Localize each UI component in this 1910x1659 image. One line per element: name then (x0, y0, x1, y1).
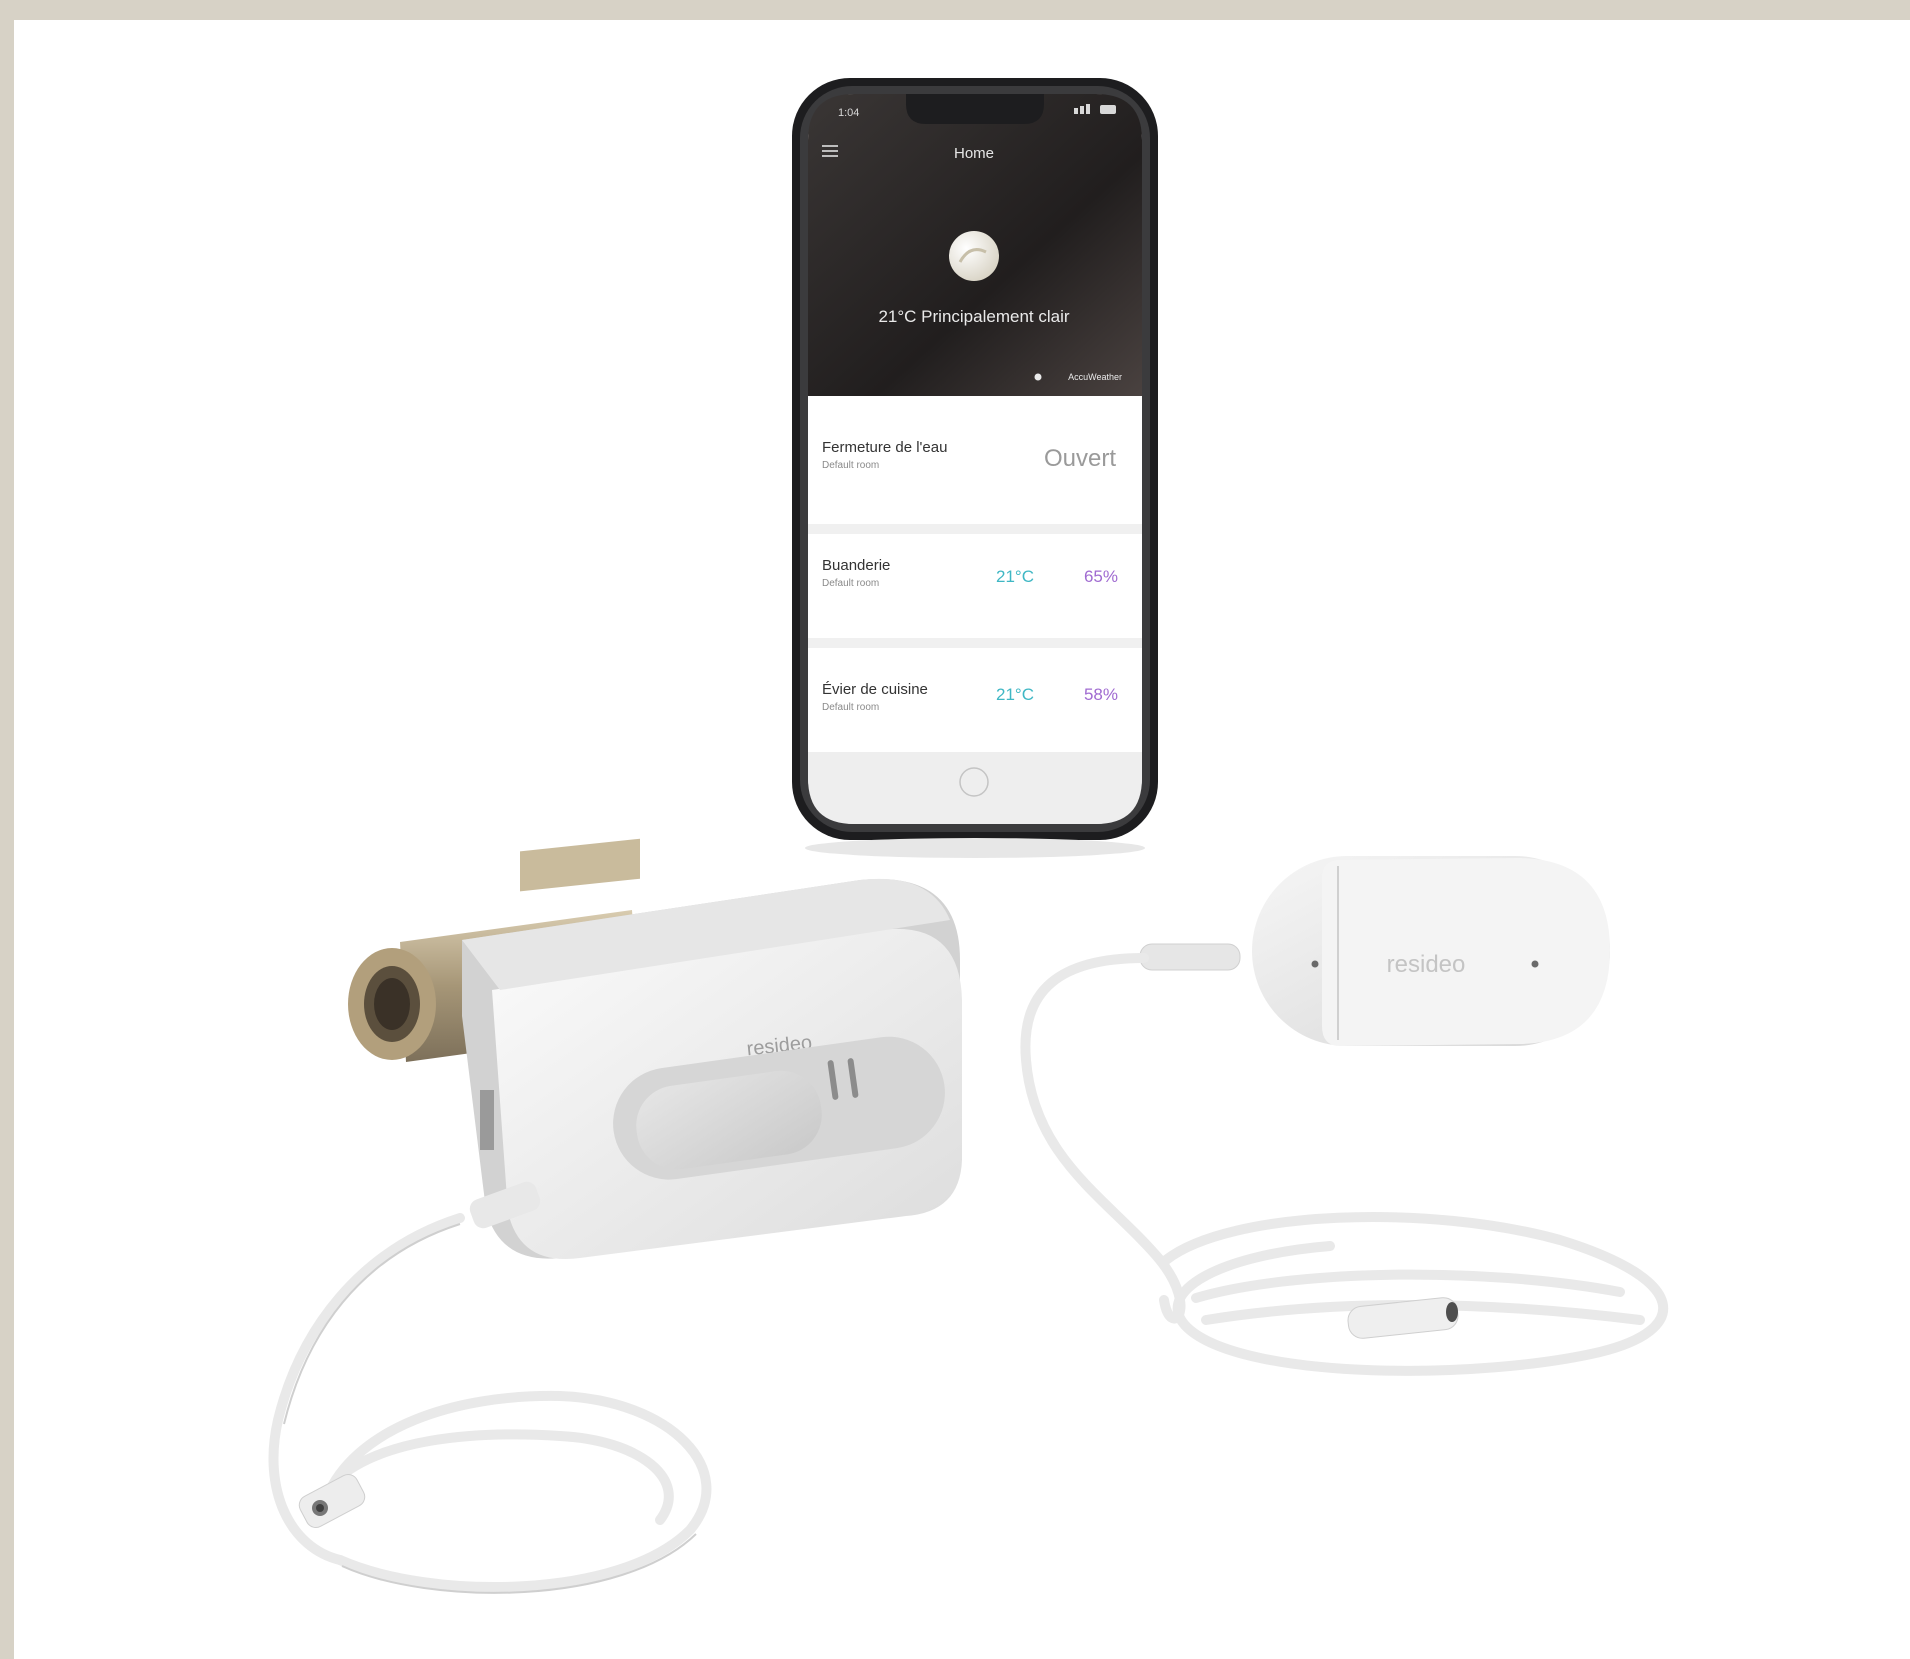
phone-shadow (805, 838, 1145, 858)
smartphone: 1:04 Home 21°C Principalement clair Accu… (792, 78, 1158, 840)
device-row-title: Buanderie (822, 557, 890, 574)
status-time: 1:04 (838, 107, 859, 119)
leak-sensor: resideo (1139, 856, 1610, 1046)
product-scene: 1:04 Home 21°C Principalement clair Accu… (268, 78, 1669, 1594)
bottom-nav-bar (808, 752, 1142, 824)
sensor-cable-plug (1139, 943, 1241, 971)
sensor-brand-logo: resideo (1387, 951, 1466, 978)
valve-label-strip (480, 1090, 494, 1150)
row-divider (808, 638, 1142, 648)
humidity-value: 58% (1084, 685, 1118, 704)
device-row-subtitle: Default room (822, 578, 879, 589)
weather-text: 21°C Principalement clair (878, 307, 1069, 326)
temperature-value: 21°C (996, 567, 1034, 586)
app-header-title: Home (954, 145, 994, 162)
sensor-probe-icon (1531, 960, 1539, 968)
sensor-face (1322, 858, 1610, 1046)
weather-credit: AccuWeather (1068, 372, 1122, 382)
device-list: Fermeture de l'eau Default room Ouvert B… (808, 396, 1142, 752)
accuweather-logo-icon (1034, 373, 1042, 381)
device-row-subtitle: Default room (822, 460, 879, 471)
humidity-value: 65% (1084, 567, 1118, 586)
device-row-title: Évier de cuisine (822, 681, 928, 698)
temperature-value: 21°C (996, 685, 1034, 704)
device-row-title: Fermeture de l'eau (822, 439, 947, 456)
valve-cable (268, 1213, 712, 1592)
device-row-subtitle: Default room (822, 702, 879, 713)
phone-notch (906, 94, 1044, 124)
sensor-probe-icon (1311, 960, 1319, 968)
device-row-status: Ouvert (1044, 445, 1116, 472)
water-shutoff-valve: resideo (348, 838, 962, 1260)
row-divider (808, 524, 1142, 534)
moon-weather-icon (949, 231, 999, 281)
